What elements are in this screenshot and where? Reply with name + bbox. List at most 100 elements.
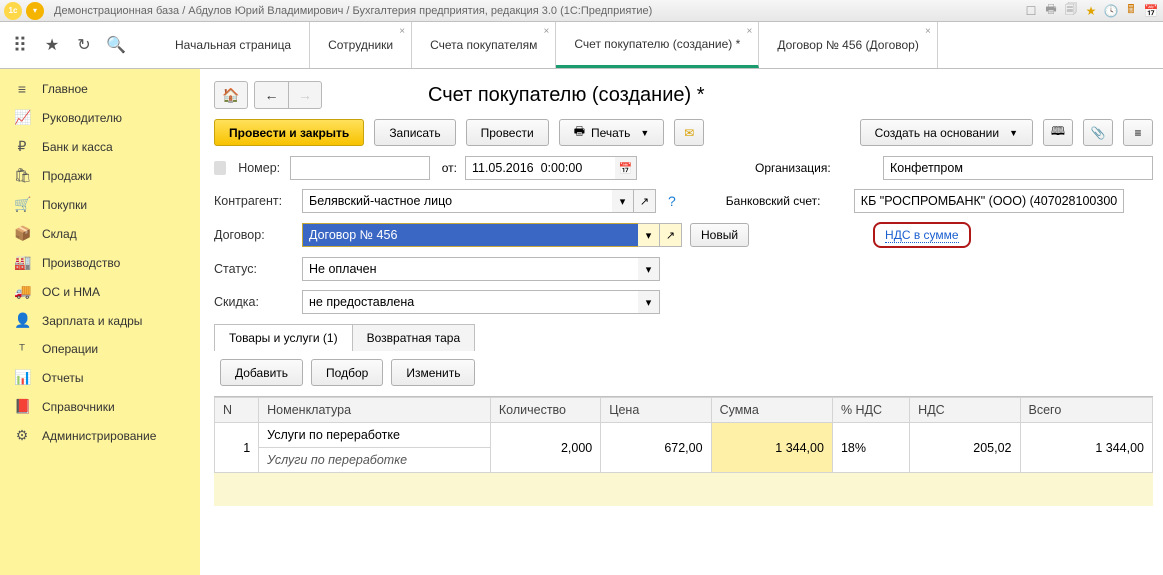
sidebar-item-sales[interactable]: 🛍Продажи	[0, 161, 200, 190]
titlebar-icon[interactable]: 🖶	[1043, 3, 1059, 19]
chevron-down-icon: ▼	[640, 128, 649, 138]
tab-employees[interactable]: Сотрудники×	[310, 22, 412, 68]
col-sum: Сумма	[711, 398, 832, 423]
counterparty-input[interactable]	[302, 189, 612, 213]
table-row[interactable]: 1 Услуги по переработке 2,000 672,00 1 3…	[215, 423, 1153, 448]
tab-goods[interactable]: Товары и услуги (1)	[214, 324, 353, 351]
sidebar-item-manager[interactable]: 📈Руководителю	[0, 103, 200, 132]
open-icon[interactable]: ↗	[660, 223, 682, 247]
button-label: Подбор	[326, 366, 368, 380]
bag-icon: 🛍	[14, 167, 30, 184]
contract-input[interactable]	[302, 223, 638, 247]
forward-button[interactable]: →	[288, 81, 322, 109]
search-icon[interactable]: 🔍	[106, 35, 126, 55]
items-grid[interactable]: N Номенклатура Количество Цена Сумма % Н…	[214, 397, 1153, 473]
close-icon[interactable]: ×	[399, 26, 405, 37]
edit-row-button[interactable]: Изменить	[391, 359, 475, 386]
post-button[interactable]: Провести	[466, 119, 549, 146]
sidebar-item-main[interactable]: ≡Главное	[0, 75, 200, 103]
print-button[interactable]: 🖶Печать▼	[559, 119, 665, 146]
cell-total[interactable]: 1 344,00	[1020, 423, 1152, 473]
history-icon[interactable]: ↻	[74, 35, 94, 55]
tab-invoice-create[interactable]: Счет покупателю (создание) *×	[556, 22, 759, 68]
discount-input[interactable]	[302, 290, 638, 314]
sidebar-item-label: ОС и НМА	[42, 285, 100, 299]
content-area: 🏠 ← → Счет покупателю (создание) * Прове…	[200, 69, 1163, 575]
org-input[interactable]	[883, 156, 1153, 180]
date-from-label: от:	[442, 161, 457, 175]
tab-label: Счета покупателям	[430, 38, 537, 52]
cell-vat-pct[interactable]: 18%	[832, 423, 909, 473]
attach-button[interactable]: 📎	[1083, 119, 1113, 146]
vat-mode-link[interactable]: НДС в сумме	[873, 222, 971, 248]
col-nomen: Номенклатура	[259, 398, 491, 423]
cell-n: 1	[215, 423, 259, 473]
calculator-icon[interactable]: 🖩	[1123, 3, 1139, 19]
post-and-close-button[interactable]: Провести и закрыть	[214, 119, 364, 146]
bank-account-input[interactable]	[854, 189, 1124, 213]
sidebar-item-references[interactable]: 📕Справочники	[0, 392, 200, 421]
col-vat: НДС	[910, 398, 1020, 423]
chevron-down-icon[interactable]: ▾	[612, 189, 634, 213]
sidebar-item-reports[interactable]: 📊Отчеты	[0, 363, 200, 392]
main-tabs-row: ⠿ ★ ↻ 🔍 Начальная страница Сотрудники× С…	[0, 22, 1163, 69]
star-icon[interactable]: ★	[42, 35, 62, 55]
sidebar-item-label: Справочники	[42, 400, 115, 414]
status-input[interactable]	[302, 257, 638, 281]
back-button[interactable]: ←	[254, 81, 288, 109]
calendar-icon[interactable]: 📅	[1143, 3, 1159, 19]
calendar-icon[interactable]: 📅	[615, 156, 637, 180]
sidebar-item-bank[interactable]: ₽Банк и касса	[0, 132, 200, 161]
tab-contract[interactable]: Договор № 456 (Договор)×	[759, 22, 938, 68]
detail-tabs: Товары и услуги (1) Возвратная тара	[214, 324, 1153, 351]
chevron-down-icon[interactable]: ▾	[638, 290, 660, 314]
close-icon[interactable]: ×	[746, 26, 752, 37]
cell-nomen-desc[interactable]: Услуги по переработке	[259, 448, 491, 473]
tab-invoices[interactable]: Счета покупателям ×	[412, 22, 556, 68]
app-logo-icon: 1c	[4, 2, 22, 20]
sidebar-item-assets[interactable]: 🚚ОС и НМА	[0, 277, 200, 306]
titlebar-icon[interactable]: ☐	[1023, 3, 1039, 19]
cell-price[interactable]: 672,00	[601, 423, 711, 473]
button-label: Записать	[389, 126, 440, 140]
titlebar-icon[interactable]: 🗐	[1063, 3, 1079, 19]
select-items-button[interactable]: Подбор	[311, 359, 383, 386]
grid-header-row: N Номенклатура Количество Цена Сумма % Н…	[215, 398, 1153, 423]
sidebar-item-warehouse[interactable]: 📦Склад	[0, 219, 200, 248]
apps-icon[interactable]: ⠿	[10, 35, 30, 55]
chart-icon: 📈	[14, 109, 30, 126]
tab-home[interactable]: Начальная страница	[157, 22, 310, 68]
sidebar-item-operations[interactable]: ᵀОперации	[0, 335, 200, 363]
cell-qty[interactable]: 2,000	[490, 423, 600, 473]
sidebar-item-admin[interactable]: ⚙Администрирование	[0, 421, 200, 450]
detail-tab-content: Добавить Подбор Изменить N Номенклатура …	[214, 351, 1153, 506]
favorite-icon[interactable]: ★	[1083, 3, 1099, 19]
home-button[interactable]: 🏠	[214, 81, 248, 109]
create-based-button[interactable]: Создать на основании▼	[860, 119, 1033, 146]
sidebar-item-purchases[interactable]: 🛒Покупки	[0, 190, 200, 219]
chevron-down-icon[interactable]: ▾	[638, 257, 660, 281]
new-contract-button[interactable]: Новый	[690, 223, 749, 247]
more-button[interactable]: ≡	[1123, 119, 1153, 146]
help-icon[interactable]: ?	[668, 193, 676, 209]
close-icon[interactable]: ×	[544, 26, 550, 37]
number-input[interactable]	[290, 156, 430, 180]
date-input[interactable]	[465, 156, 615, 180]
structure-button[interactable]: 🕮	[1043, 119, 1073, 146]
cell-sum[interactable]: 1 344,00	[711, 423, 832, 473]
sidebar-item-production[interactable]: 🏭Производство	[0, 248, 200, 277]
cell-nomen[interactable]: Услуги по переработке	[259, 423, 491, 448]
save-button[interactable]: Записать	[374, 119, 455, 146]
cell-vat[interactable]: 205,02	[910, 423, 1020, 473]
chevron-down-icon[interactable]: ▾	[638, 223, 660, 247]
add-row-button[interactable]: Добавить	[220, 359, 303, 386]
open-icon[interactable]: ↗	[634, 189, 656, 213]
window-title: Демонстрационная база / Абдулов Юрий Вла…	[54, 5, 652, 17]
close-icon[interactable]: ×	[925, 26, 931, 37]
tab-tare[interactable]: Возвратная тара	[352, 324, 476, 351]
sidebar-item-hr[interactable]: 👤Зарплата и кадры	[0, 306, 200, 335]
titlebar-icon[interactable]: 🕓	[1103, 3, 1119, 19]
col-n: N	[215, 398, 259, 423]
dropdown-icon[interactable]: ▾	[26, 2, 44, 20]
email-button[interactable]: ✉	[674, 119, 704, 146]
